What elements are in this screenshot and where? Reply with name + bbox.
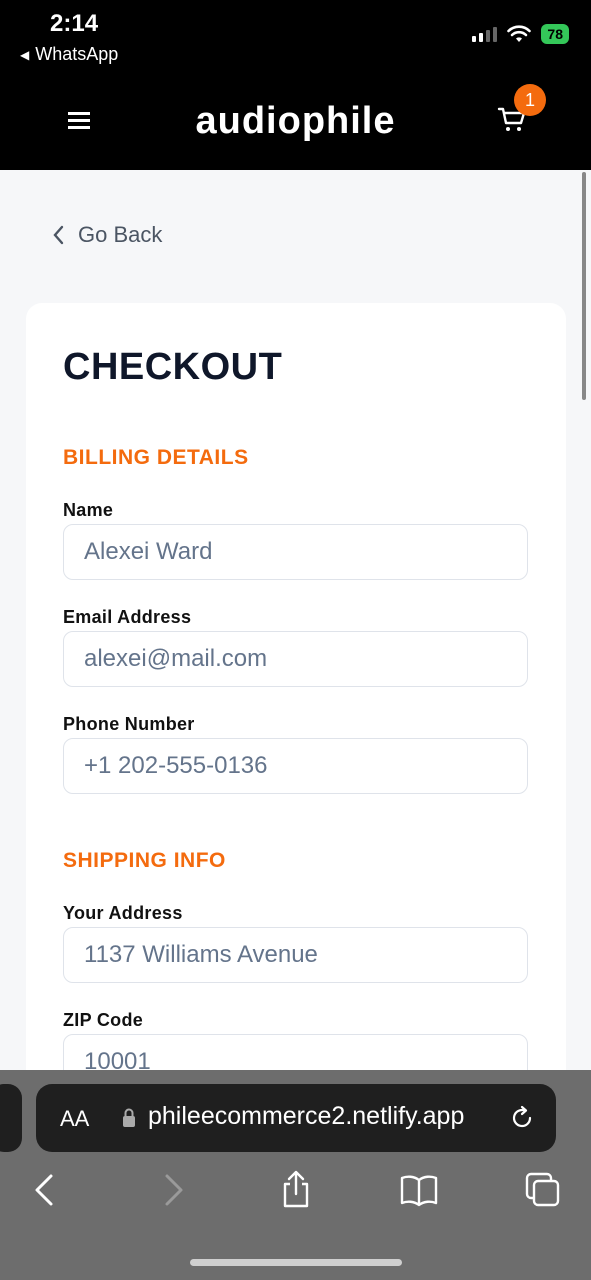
back-app-label: WhatsApp [35, 44, 119, 64]
bookmarks-icon[interactable] [399, 1170, 439, 1210]
battery-level: 78 [547, 26, 563, 42]
back-to-app-link[interactable]: ◀ WhatsApp [20, 44, 118, 65]
previous-tab-preview[interactable] [0, 1084, 22, 1152]
email-label: Email Address [63, 607, 192, 627]
browser-back-icon[interactable] [26, 1170, 66, 1210]
wifi-icon [507, 25, 532, 42]
reader-settings-button[interactable]: AA [60, 1106, 89, 1132]
shipping-section-title: SHIPPING INFO [63, 849, 226, 872]
app-header: audiophile 1 [0, 70, 591, 170]
status-indicators: 78 [472, 24, 569, 44]
reload-icon[interactable] [508, 1104, 536, 1132]
page-scrollbar[interactable] [582, 172, 586, 400]
cellular-signal-icon [472, 26, 498, 42]
battery-indicator: 78 [541, 24, 569, 44]
status-time: 2:14 [50, 10, 99, 37]
name-field[interactable] [63, 524, 528, 580]
page-title: CHECKOUT [63, 346, 283, 388]
aa-label: AA [60, 1106, 90, 1131]
url-text: philеecommerce2.netlify.app [148, 1102, 465, 1130]
address-bar[interactable]: AA philеecommerce2.netlify.app [36, 1084, 556, 1152]
lock-icon [123, 1108, 135, 1127]
go-back-label: Go Back [78, 222, 163, 247]
phone-field[interactable] [63, 738, 528, 794]
browser-forward-icon[interactable] [152, 1170, 192, 1210]
phone-label: Phone Number [63, 714, 195, 734]
go-back-link[interactable]: Go Back [52, 222, 162, 248]
billing-section-title: BILLING DETAILS [63, 446, 249, 469]
tabs-icon[interactable] [523, 1170, 563, 1210]
address-field[interactable] [63, 927, 528, 983]
status-bar: 2:14 ◀ WhatsApp 78 [0, 0, 591, 70]
home-indicator[interactable] [190, 1259, 402, 1266]
name-label: Name [63, 500, 114, 520]
share-icon[interactable] [276, 1170, 316, 1210]
address-label: Your Address [63, 903, 183, 923]
browser-toolbar: AA philеecommerce2.netlify.app [0, 1070, 591, 1280]
email-field[interactable] [63, 631, 528, 687]
cart-count-badge: 1 [514, 84, 546, 116]
chevron-left-icon [53, 225, 64, 245]
back-triangle-icon: ◀ [20, 47, 30, 62]
zip-label: ZIP Code [63, 1010, 144, 1030]
checkout-card [26, 303, 566, 1103]
